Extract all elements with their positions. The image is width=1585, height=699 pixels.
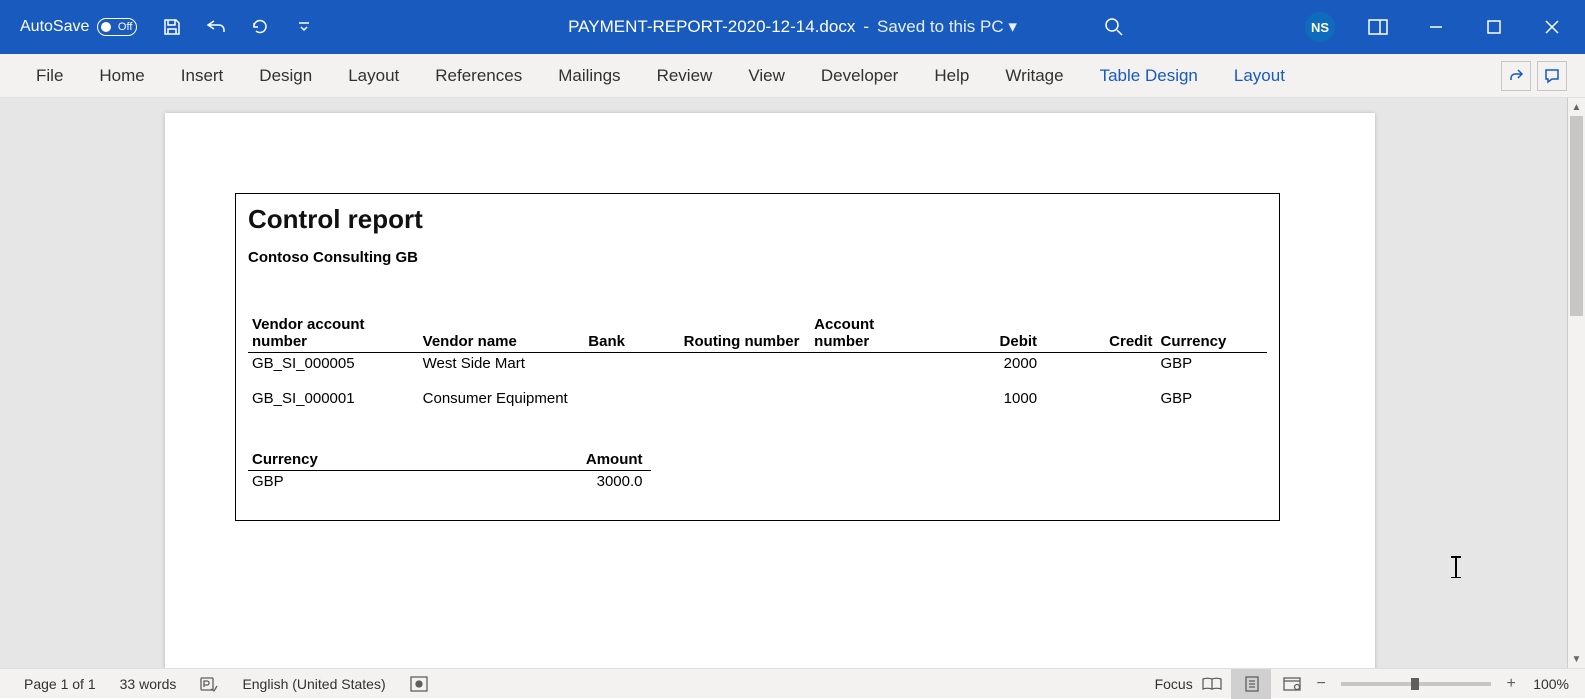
th-account: Account number [810,314,935,353]
tab-insert[interactable]: Insert [163,54,242,97]
ribbon-tabs: File Home Insert Design Layout Reference… [0,54,1585,98]
document-workspace: Control report Contoso Consulting GB Ven… [0,98,1585,668]
scroll-down-icon[interactable]: ▼ [1568,650,1585,668]
th-routing: Routing number [680,314,811,353]
toggle-off-text: Off [118,21,132,33]
tab-mailings[interactable]: Mailings [540,54,638,97]
cell-vendor-name: West Side Mart [419,353,585,375]
tab-references[interactable]: References [417,54,540,97]
th-vendor-account: Vendor account number [248,314,419,353]
report-table-container: Control report Contoso Consulting GB Ven… [235,193,1280,521]
macro-icon[interactable] [398,676,440,692]
tab-table-design[interactable]: Table Design [1082,54,1216,97]
cell-debit: 2000 [936,353,1041,375]
undo-icon[interactable] [203,14,229,40]
vertical-scrollbar[interactable]: ▲ ▼ [1567,98,1585,668]
th-summary-amount: Amount [326,449,651,471]
tab-help[interactable]: Help [916,54,987,97]
th-credit: Credit [1041,314,1156,353]
cell-account [810,353,935,375]
save-icon[interactable] [159,14,185,40]
th-summary-currency: Currency [248,449,326,471]
autosave-label: AutoSave [20,18,89,36]
table-row: GBP 3000.0 [248,471,651,493]
title-bar: AutoSave Off PAYMENT-REPORT-2020-12-14.d… [0,0,1585,54]
zoom-in-button[interactable]: + [1501,675,1521,693]
title-bar-right: NS [1099,12,1585,42]
tab-review[interactable]: Review [639,54,731,97]
cell-currency: GBP [1157,353,1268,375]
customize-qat-icon[interactable] [291,14,317,40]
cell-credit [1041,388,1156,409]
cell-vendor-account: GB_SI_000001 [248,388,419,409]
cell-routing [680,353,811,375]
cell-summary-currency: GBP [248,471,326,493]
th-bank: Bank [584,314,679,353]
status-bar: Page 1 of 1 33 words English (United Sta… [0,668,1585,698]
comments-icon[interactable] [1537,61,1567,91]
ribbon-display-icon[interactable] [1363,12,1393,42]
user-avatar[interactable]: NS [1305,12,1335,42]
window-title: PAYMENT-REPORT-2020-12-14.docx - Saved t… [568,17,1017,37]
payments-table: Vendor account number Vendor name Bank R… [248,314,1267,409]
th-currency: Currency [1157,314,1268,353]
zoom-slider[interactable] [1341,682,1491,686]
toggle-switch[interactable]: Off [97,18,137,36]
print-layout-icon[interactable] [1231,669,1271,699]
cell-account [810,388,935,409]
search-icon[interactable] [1099,12,1129,42]
th-vendor-name: Vendor name [419,314,585,353]
summary-table: Currency Amount GBP 3000.0 [248,449,651,492]
text-cursor-icon [1455,556,1457,578]
status-words[interactable]: 33 words [108,676,189,692]
spellcheck-icon[interactable] [188,676,230,692]
status-right: Focus − + 100% [1151,669,1573,699]
read-mode-icon[interactable] [1191,669,1231,699]
zoom-knob[interactable] [1411,678,1419,690]
report-title: Control report [248,204,1267,235]
tab-table-layout[interactable]: Layout [1216,54,1303,97]
document-scroll-area[interactable]: Control report Contoso Consulting GB Ven… [0,98,1567,668]
minimize-icon[interactable] [1421,12,1451,42]
cell-summary-amount: 3000.0 [326,471,651,493]
web-layout-icon[interactable] [1271,669,1311,699]
cell-credit [1041,353,1156,375]
tab-view[interactable]: View [730,54,803,97]
table-row: GB_SI_000001 Consumer Equipment 1000 GBP [248,388,1267,409]
table-row: GB_SI_000005 West Side Mart 2000 GBP [248,353,1267,375]
zoom-level[interactable]: 100% [1521,676,1573,692]
tab-writage[interactable]: Writage [987,54,1081,97]
share-icon[interactable] [1501,61,1531,91]
document-filename: PAYMENT-REPORT-2020-12-14.docx [568,17,855,37]
tab-developer[interactable]: Developer [803,54,917,97]
tab-home[interactable]: Home [81,54,162,97]
tab-layout[interactable]: Layout [330,54,417,97]
status-language[interactable]: English (United States) [230,676,397,692]
focus-mode-button[interactable]: Focus [1151,669,1191,699]
document-page[interactable]: Control report Contoso Consulting GB Ven… [165,113,1375,668]
maximize-icon[interactable] [1479,12,1509,42]
cell-currency: GBP [1157,388,1268,409]
cell-vendor-name: Consumer Equipment [419,388,585,409]
close-icon[interactable] [1537,12,1567,42]
zoom-out-button[interactable]: − [1311,675,1331,693]
cell-bank [584,353,679,375]
tab-file[interactable]: File [18,54,81,97]
redo-icon[interactable] [247,14,273,40]
autosave-toggle[interactable]: AutoSave Off [0,18,137,36]
cell-bank [584,388,679,409]
scroll-up-icon[interactable]: ▲ [1568,98,1585,116]
cell-routing [680,388,811,409]
company-name: Contoso Consulting GB [248,249,1267,266]
cell-vendor-account: GB_SI_000005 [248,353,419,375]
save-status[interactable]: Saved to this PC ▾ [877,17,1017,37]
tab-design[interactable]: Design [241,54,330,97]
quick-access-toolbar [159,14,317,40]
status-page[interactable]: Page 1 of 1 [12,676,108,692]
scroll-thumb[interactable] [1570,116,1583,316]
cell-debit: 1000 [936,388,1041,409]
th-debit: Debit [936,314,1041,353]
